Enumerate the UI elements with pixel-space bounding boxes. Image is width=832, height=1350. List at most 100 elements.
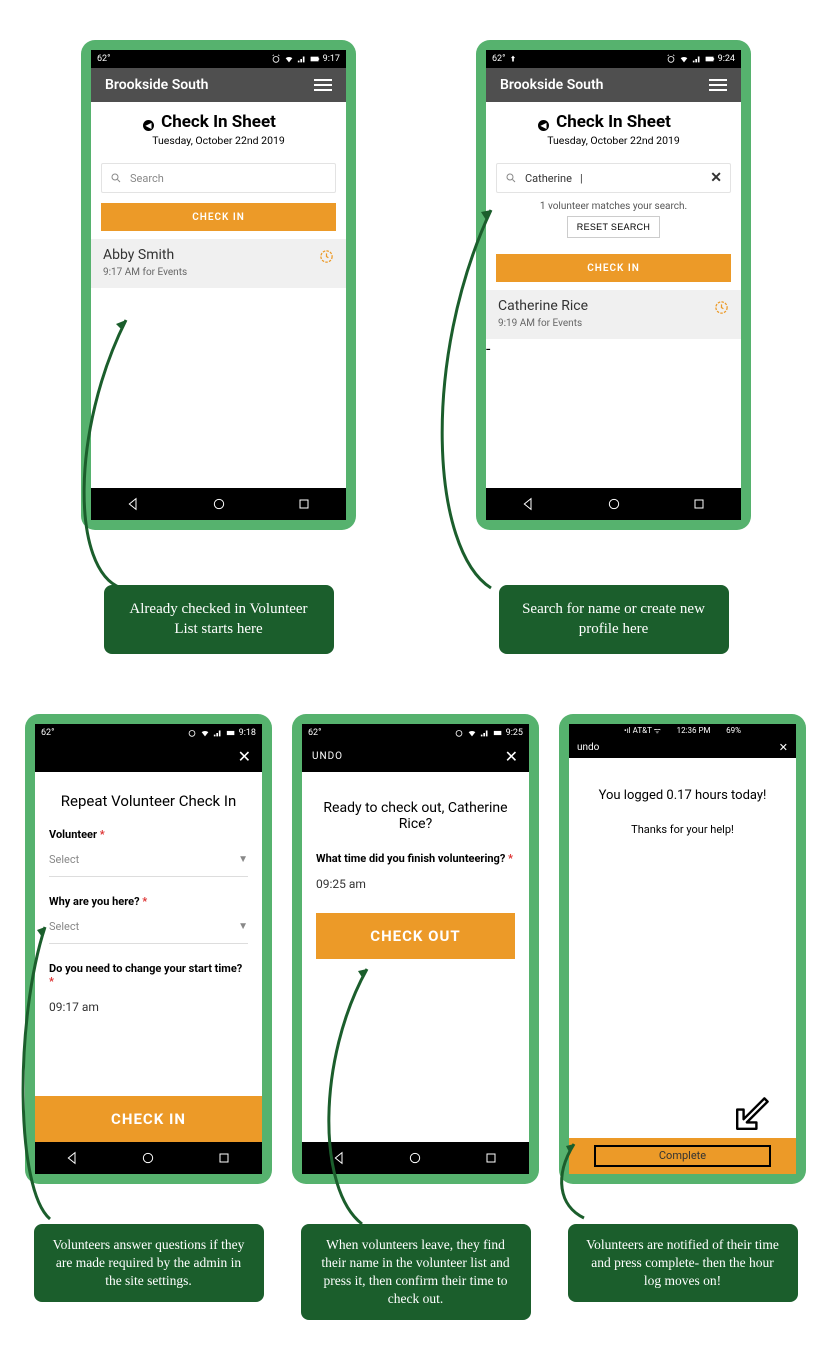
nav-home-icon[interactable] <box>606 496 622 512</box>
clear-icon[interactable]: ✕ <box>710 170 722 186</box>
nav-bar <box>35 1142 262 1174</box>
checkin-button[interactable]: CHECK IN <box>101 203 336 231</box>
wifi-icon <box>679 54 689 64</box>
nav-back-icon[interactable] <box>126 496 142 512</box>
page-date: Tuesday, October 22nd 2019 <box>486 134 741 147</box>
phone1-group: 62° 9:17 Brookside South ◀ <box>81 40 356 654</box>
checkin-button[interactable]: CHECK IN <box>496 254 731 282</box>
volunteer-row[interactable]: Abby Smith 9:17 AM for Events <box>91 239 346 288</box>
thanks-text: Thanks for your help! <box>569 823 796 836</box>
signal-icon <box>692 54 702 64</box>
nav-bar <box>91 488 346 520</box>
status-bar: 62° 9:25 <box>302 724 529 742</box>
search-icon <box>110 172 122 184</box>
undo-bar: undo ✕ <box>569 738 796 758</box>
status-temp: 62° <box>41 728 54 738</box>
nav-recent-icon[interactable] <box>483 1150 499 1166</box>
page-title: Check In Sheet <box>91 112 346 132</box>
modal-title: Repeat Volunteer Check In <box>49 792 248 810</box>
required-marker: * <box>49 975 54 988</box>
search-input[interactable]: Search <box>101 163 336 193</box>
required-marker: * <box>142 895 147 908</box>
checkin-action-button[interactable]: CHECK IN <box>35 1096 262 1142</box>
clock-icon <box>319 249 334 264</box>
callout: Search for name or create new profile he… <box>499 585 729 654</box>
field-label: What time did you finish volunteering? * <box>316 852 515 865</box>
phone2-group: 62° 9:24 Brookside South <box>476 40 751 654</box>
modal-title: Ready to check out, Catherine Rice? <box>320 800 511 832</box>
wifi-icon <box>467 728 477 738</box>
wifi-icon <box>284 54 294 64</box>
checkout-action-button[interactable]: CHECK OUT <box>316 913 515 959</box>
page-title: Check In Sheet <box>486 112 741 132</box>
complete-button[interactable]: Complete <box>594 1145 771 1167</box>
phone4-group: 62° 9:25 UNDO ✕ Ready to check out, Cath… <box>292 714 539 1321</box>
required-marker: * <box>100 828 105 841</box>
field-label: Volunteer * <box>49 828 248 841</box>
volunteer-name: Catherine Rice <box>498 298 706 314</box>
search-placeholder: Search <box>130 172 164 185</box>
field-label: Why are you here? * <box>49 895 248 908</box>
prev-day-icon[interactable]: ◀ <box>143 120 154 131</box>
callout: When volunteers leave, they find their n… <box>301 1224 531 1321</box>
prev-day-icon[interactable]: ◀ <box>538 120 549 131</box>
chevron-down-icon: ▼ <box>238 921 248 932</box>
match-text: 1 volunteer matches your search. <box>486 201 741 212</box>
reset-search-button[interactable]: RESET SEARCH <box>567 216 660 238</box>
nav-bar <box>302 1142 529 1174</box>
pointer-arrow-icon <box>734 1092 774 1132</box>
nav-home-icon[interactable] <box>211 496 227 512</box>
alarm-icon <box>454 728 464 738</box>
battery-icon <box>493 728 503 738</box>
app-bar: Brookside South <box>91 68 346 102</box>
volunteer-select[interactable]: Select▼ <box>49 853 248 877</box>
battery-icon <box>226 728 236 738</box>
battery-icon <box>705 54 715 64</box>
nav-back-icon[interactable] <box>521 496 537 512</box>
volunteer-name: Abby Smith <box>103 247 311 263</box>
app-title: Brookside South <box>500 77 604 93</box>
volunteer-sub: 9:19 AM for Events <box>498 318 706 329</box>
close-icon[interactable]: ✕ <box>779 741 788 754</box>
status-temp: 62° <box>97 54 110 64</box>
complete-bar: Complete <box>569 1138 796 1174</box>
close-icon[interactable]: ✕ <box>238 747 252 766</box>
start-time-input[interactable]: 09:17 am <box>49 1000 248 1014</box>
undo-button[interactable]: UNDO <box>312 751 343 762</box>
callout: Volunteers are notified of their time an… <box>568 1224 798 1303</box>
alarm-icon <box>666 54 676 64</box>
finish-time-input[interactable]: 09:25 am <box>316 877 515 891</box>
nav-home-icon[interactable] <box>407 1150 423 1166</box>
nav-back-icon[interactable] <box>332 1150 348 1166</box>
menu-icon[interactable] <box>314 79 332 91</box>
nav-recent-icon[interactable] <box>296 496 312 512</box>
nav-recent-icon[interactable] <box>216 1150 232 1166</box>
phone-frame: 62° 9:24 Brookside South <box>476 40 751 530</box>
status-time: 9:24 <box>718 54 735 64</box>
nav-recent-icon[interactable] <box>691 496 707 512</box>
callout: Volunteers answer questions if they are … <box>34 1224 264 1303</box>
chevron-down-icon: ▼ <box>238 854 248 865</box>
volunteer-row[interactable]: Catherine Rice 9:19 AM for Events <box>486 290 741 339</box>
phone-frame: 62° 9:25 UNDO ✕ Ready to check out, Cath… <box>292 714 539 1184</box>
status-time: 9:25 <box>506 728 523 738</box>
status-bar: 62° 9:17 <box>91 50 346 68</box>
close-icon[interactable]: ✕ <box>505 747 519 766</box>
phone-frame: 62° 9:17 Brookside South ◀ <box>81 40 356 530</box>
status-temp: 62° <box>308 728 321 738</box>
search-value: Catherine <box>525 172 572 185</box>
undo-button[interactable]: undo <box>577 742 599 753</box>
search-input[interactable]: Catherine| ✕ <box>496 163 731 193</box>
status-bar: 62° 9:24 <box>486 50 741 68</box>
menu-icon[interactable] <box>709 79 727 91</box>
page-date: Tuesday, October 22nd 2019 <box>91 134 346 147</box>
status-bar: •ıl AT&T ᯤ 12:36 PM 69% <box>569 724 796 738</box>
status-time: 12:36 PM <box>677 726 711 735</box>
reason-select[interactable]: Select▼ <box>49 920 248 944</box>
logged-hours-text: You logged 0.17 hours today! <box>569 788 796 803</box>
nav-home-icon[interactable] <box>140 1150 156 1166</box>
phone-frame: 62° 9:18 ✕ Repeat Volunteer Check In Vol… <box>25 714 272 1184</box>
nav-bar <box>486 488 741 520</box>
signal-icon <box>480 728 490 738</box>
nav-back-icon[interactable] <box>65 1150 81 1166</box>
